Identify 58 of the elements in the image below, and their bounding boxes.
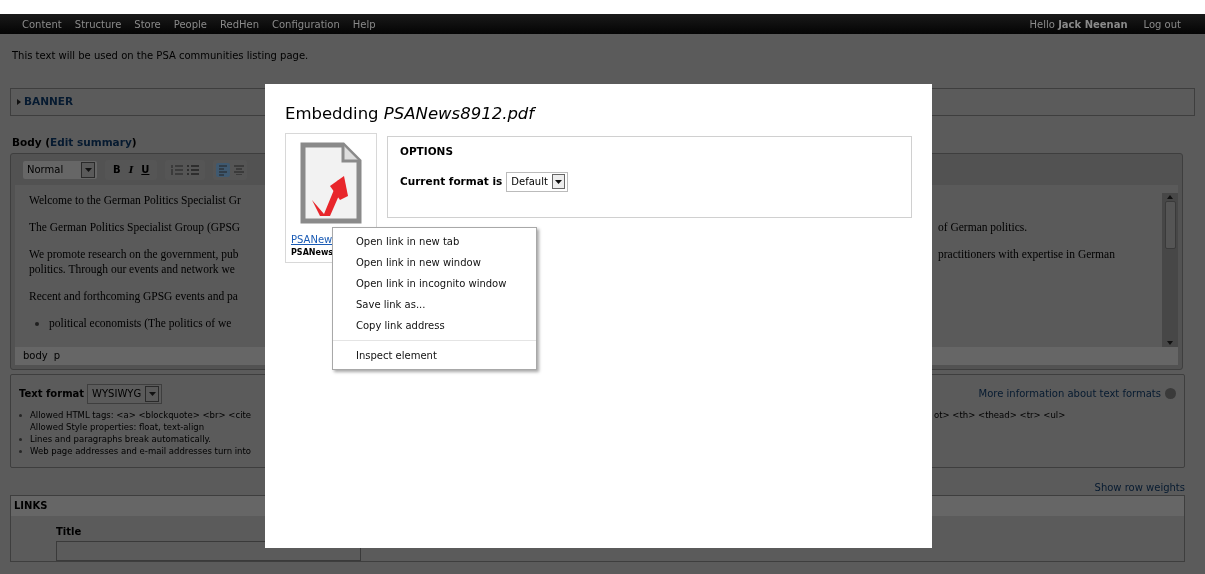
nav-link[interactable]: Configuration bbox=[272, 16, 340, 32]
style-dropdown[interactable]: Normal bbox=[23, 160, 97, 179]
nav-link[interactable]: Store bbox=[134, 16, 161, 32]
path-item[interactable]: p bbox=[53, 348, 61, 364]
caret-icon bbox=[148, 391, 156, 396]
dropdown-button[interactable] bbox=[145, 385, 160, 402]
bullet-icon bbox=[19, 437, 22, 441]
scrollbar[interactable] bbox=[1162, 192, 1178, 347]
nav-link[interactable]: People bbox=[173, 16, 207, 32]
text-line: ot> <th> <thead> <tr> <ul> bbox=[934, 409, 1066, 420]
bullet-list-icon[interactable] bbox=[187, 164, 200, 175]
nav-link[interactable]: Content bbox=[22, 16, 62, 32]
file-name: PSANews bbox=[290, 246, 335, 259]
field-label: Title bbox=[56, 524, 83, 539]
bullet-icon bbox=[35, 321, 39, 326]
text-line: politics. Through our events and network we bbox=[29, 261, 235, 277]
pdf-file-icon bbox=[300, 141, 362, 224]
nav-link[interactable]: Structure bbox=[74, 16, 122, 32]
text-line: The German Politics Specialist Group (GPSG bbox=[29, 219, 241, 235]
bullet-icon bbox=[19, 413, 22, 417]
menu-item[interactable]: Save link as... bbox=[333, 294, 536, 315]
text-line: Allowed HTML tags: <a> <blockquote> <br> <cite bbox=[30, 408, 252, 421]
caret-icon bbox=[84, 167, 92, 172]
menu-item[interactable]: Open link in new window bbox=[333, 252, 536, 273]
logout-link[interactable]: Log out bbox=[1143, 16, 1181, 32]
text-line: political economists (The politics of we bbox=[49, 315, 232, 331]
menu-item[interactable]: Copy link address bbox=[333, 315, 536, 336]
text-line: Allowed Style properties: float, text-align bbox=[30, 420, 205, 433]
options-heading: OPTIONS bbox=[400, 143, 454, 159]
greeting: Hello Jack Neenan bbox=[1029, 17, 1128, 32]
field-label: Text format bbox=[19, 387, 85, 402]
help-icon[interactable] bbox=[1165, 388, 1176, 400]
description: This text will be used on the PSA communities listing page. bbox=[11, 49, 310, 63]
text-line: Recent and forthcoming GPSG events and pa bbox=[29, 288, 238, 304]
nav-link[interactable]: RedHen bbox=[220, 16, 259, 32]
nav-link[interactable]: Help bbox=[352, 16, 376, 32]
path-item[interactable]: body bbox=[23, 348, 48, 364]
field-label: Current format is bbox=[400, 173, 503, 189]
text-line: practitioners with expertise in German bbox=[938, 247, 1115, 260]
menu-item[interactable]: Open link in incognito window bbox=[333, 273, 536, 294]
text-line: Welcome to the German Politics Specialist Gr bbox=[29, 192, 241, 208]
text-format-select[interactable]: WYSIWYG bbox=[87, 383, 163, 404]
menu-item[interactable]: Open link in new tab bbox=[333, 231, 536, 252]
field-label: Body ( bbox=[12, 136, 51, 148]
bullet-icon bbox=[19, 449, 22, 453]
scroll-thumb[interactable] bbox=[1164, 200, 1176, 249]
text-line: Lines and paragraphs break automatically. bbox=[30, 432, 212, 445]
align-left-icon[interactable] bbox=[216, 162, 231, 177]
dialog-title: Embedding PSANews8912.pdf bbox=[285, 103, 537, 125]
field-label: ) bbox=[131, 136, 137, 148]
numbered-list-icon[interactable] bbox=[171, 164, 184, 175]
text-line: We promote research on the government, pub bbox=[29, 246, 239, 262]
text-line: Web page addresses and e-mail addresses turn into bbox=[30, 444, 251, 457]
menu-item[interactable]: Inspect element bbox=[333, 345, 536, 366]
format-select[interactable]: Default bbox=[506, 171, 568, 192]
dropdown-button[interactable] bbox=[81, 161, 95, 178]
align-center-icon[interactable] bbox=[234, 164, 245, 175]
text-line: of German politics. bbox=[938, 220, 1028, 233]
